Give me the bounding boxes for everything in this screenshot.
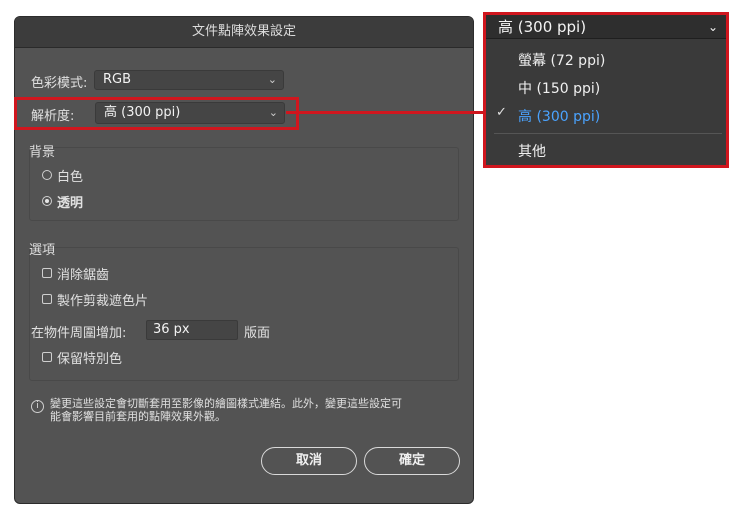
add-around-unit: 版面 [244,326,271,341]
raster-effects-dialog: 文件點陣效果設定 色彩模式: RGB ⌄ 解析度: 高 (300 ppi) ⌄ … [14,16,474,504]
options-group-label: 選項 [29,243,56,258]
chevron-down-icon: ⌄ [707,20,718,34]
info-text-line2: 能會影響目前套用的點陣效果外觀。 [50,410,226,423]
checkmark-icon: ✓ [496,105,507,120]
menu-divider [494,133,722,134]
background-group-label: 背景 [29,145,56,160]
clipping-mask-label: 製作剪裁遮色片 [57,294,149,309]
dialog-title: 文件點陣效果設定 [15,17,473,48]
clipping-mask-checkbox[interactable] [42,294,52,304]
antialias-checkbox[interactable] [42,268,52,278]
chevron-down-icon: ⌄ [268,106,278,119]
menu-item-medium[interactable]: 中 (150 ppi) [518,78,600,98]
chevron-down-icon: ⌄ [267,73,277,86]
preserve-spot-label: 保留特別色 [57,352,123,367]
ok-button[interactable]: 確定 [364,447,460,475]
resolution-select[interactable]: 高 (300 ppi) ⌄ [95,102,285,124]
background-group [29,147,459,221]
color-mode-value: RGB [103,72,132,87]
dropdown-header[interactable]: 高 (300 ppi) ⌄ [486,15,726,39]
radio-white[interactable] [42,170,52,180]
radio-transparent[interactable] [42,196,52,206]
radio-white-label: 白色 [57,170,84,185]
info-icon: i [31,400,44,413]
resolution-label: 解析度: [31,109,75,124]
menu-item-other[interactable]: 其他 [518,141,546,161]
menu-item-high[interactable]: 高 (300 ppi) [518,106,600,126]
radio-transparent-label: 透明 [57,196,84,211]
add-around-label: 在物件周圍增加: [31,326,127,341]
dropdown-current-value: 高 (300 ppi) [498,18,587,36]
callout-connector [286,111,484,114]
info-text: 變更這些設定會切斷套用至影像的繪圖樣式連結。此外，變更這些設定可 能會影響目前套… [50,397,462,423]
antialias-label: 消除鋸齒 [57,268,110,283]
cancel-button[interactable]: 取消 [261,447,357,475]
resolution-dropdown-menu: 高 (300 ppi) ⌄ 螢幕 (72 ppi) 中 (150 ppi) ✓ … [483,12,729,168]
resolution-value: 高 (300 ppi) [104,105,181,120]
add-around-input[interactable]: 36 px [146,320,238,340]
preserve-spot-checkbox[interactable] [42,352,52,362]
info-text-line1: 變更這些設定會切斷套用至影像的繪圖樣式連結。此外，變更這些設定可 [50,397,402,410]
color-mode-select[interactable]: RGB ⌄ [94,70,284,90]
color-mode-label: 色彩模式: [31,76,88,91]
menu-item-screen[interactable]: 螢幕 (72 ppi) [518,50,605,70]
